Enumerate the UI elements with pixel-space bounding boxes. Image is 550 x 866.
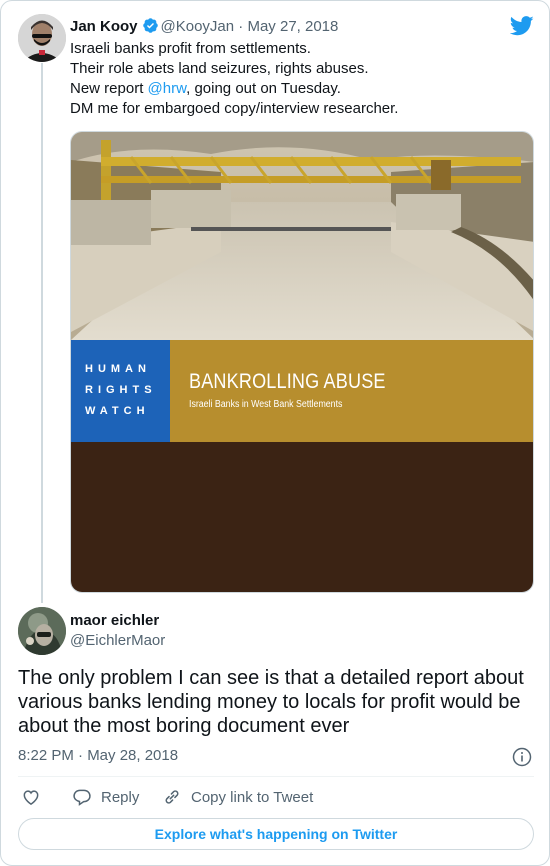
divider <box>18 776 534 777</box>
report-cover-image[interactable]: HUMAN RIGHTS WATCH BANKROLLING ABUSE Isr… <box>70 131 534 593</box>
header-separator: · <box>238 18 244 35</box>
tweet-line-text: , going out on Tuesday. <box>186 80 341 97</box>
avatar-jan-kooy-image <box>18 14 66 62</box>
reply-body: The only problem I can see is that a det… <box>18 666 538 738</box>
mention-link[interactable]: @hrw <box>148 80 187 97</box>
tweet-line: Israeli banks profit from settlements. <box>70 40 311 57</box>
reply-line: The only problem I can see is that a det… <box>18 667 524 689</box>
author-handle[interactable]: @KooyJan <box>161 18 235 35</box>
cover-bottom-panel <box>71 442 533 592</box>
hrw-logo-block: HUMAN RIGHTS WATCH <box>71 340 170 442</box>
like-button[interactable] <box>21 787 50 807</box>
explore-twitter-button[interactable]: Explore what's happening on Twitter <box>18 818 534 850</box>
checkpoint-photo <box>71 132 533 340</box>
speech-bubble-icon <box>73 789 91 806</box>
verified-badge-icon <box>142 17 159 40</box>
hrw-logo-word: HUMAN <box>85 363 151 375</box>
tweet-line-text: New report <box>70 80 148 97</box>
tweet-header: Jan Kooy @KooyJan · May 27, 2018 <box>70 17 338 40</box>
tweet-line: DM me for embargoed copy/interview resea… <box>70 100 399 117</box>
cover-title: BANKROLLING ABUSE <box>189 370 386 393</box>
tweet-body: Israeli banks profit from settlements. T… <box>70 39 398 119</box>
embedded-tweet-card: Jan Kooy @KooyJan · May 27, 2018 Israeli … <box>0 0 550 866</box>
info-icon[interactable] <box>512 747 532 767</box>
reply-author-handle[interactable]: @EichlerMaor <box>70 632 165 649</box>
reply-timestamp[interactable]: 8:22 PM · May 28, 2018 <box>18 747 178 764</box>
avatar[interactable] <box>18 607 66 655</box>
avatar[interactable] <box>18 14 66 62</box>
reply-label: Reply <box>101 788 140 806</box>
author-name[interactable]: Jan Kooy <box>70 18 138 35</box>
thread-connector-line <box>41 63 43 603</box>
link-icon <box>165 790 179 804</box>
avatar-maor-eichler-image <box>18 607 66 655</box>
copy-link-button[interactable]: Copy link to Tweet <box>162 787 313 807</box>
heart-icon <box>23 790 39 805</box>
copy-link-label: Copy link to Tweet <box>191 788 314 806</box>
reply-button[interactable]: Reply <box>72 787 139 807</box>
tweet-date[interactable]: May 27, 2018 <box>247 18 338 35</box>
reply-line: various banks lending money to locals fo… <box>18 691 521 713</box>
twitter-bird-icon[interactable] <box>509 16 534 36</box>
explore-label: Explore what's happening on Twitter <box>154 826 398 842</box>
tweet-line: New report @hrw, going out on Tuesday. <box>70 79 398 99</box>
reply-author-name[interactable]: maor eichler <box>70 612 159 629</box>
reply-line: about the most boring document ever <box>18 715 350 737</box>
cover-subtitle: Israeli Banks in West Bank Settlements <box>189 399 343 410</box>
hrw-logo-word: RIGHTS <box>85 384 157 396</box>
hrw-logo-word: WATCH <box>85 405 150 417</box>
tweet-line: Their role abets land seizures, rights a… <box>70 60 369 77</box>
